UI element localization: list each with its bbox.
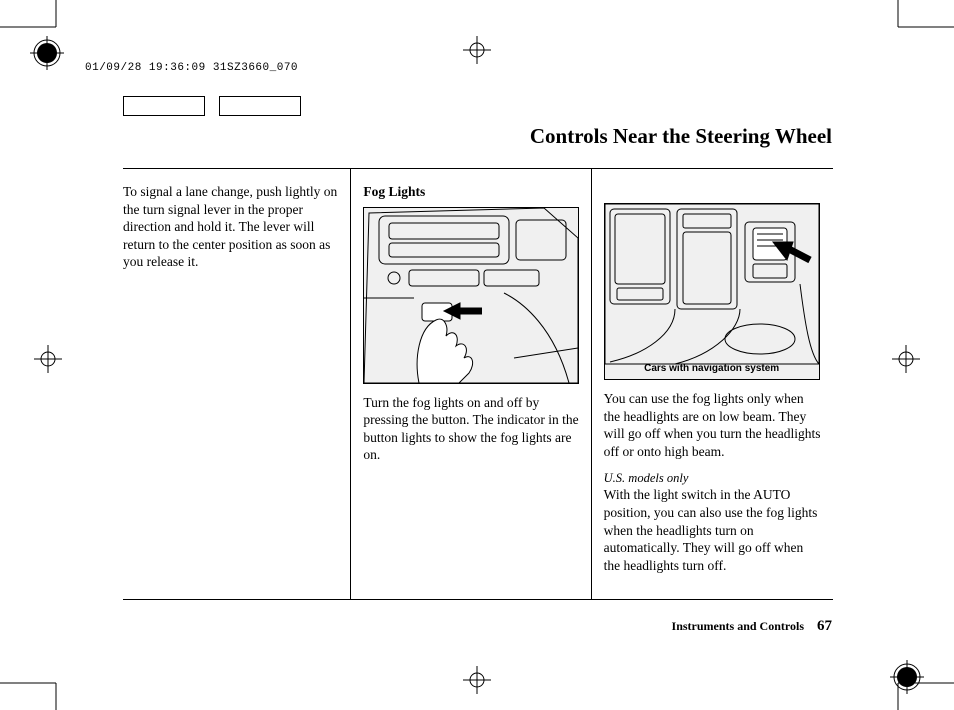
- print-stamp: 01/09/28 19:36:09 31SZ3660_070: [85, 62, 298, 74]
- page-footer: Instruments and Controls 67: [672, 618, 832, 635]
- column-2: Fog Lights: [351, 169, 591, 599]
- crosshair-icon: [34, 345, 62, 373]
- crosshair-icon: [463, 36, 491, 64]
- fog-light-nav-figure: Cars with navigation system: [604, 203, 820, 380]
- footer-section: Instruments and Controls: [672, 619, 804, 633]
- auto-switch-text: With the light switch in the AUTO positi…: [604, 486, 821, 574]
- crosshair-icon: [463, 666, 491, 694]
- fog-lights-heading: Fog Lights: [363, 183, 580, 201]
- page-title: Controls Near the Steering Wheel: [530, 124, 832, 149]
- crosshair-icon: [892, 345, 920, 373]
- fog-light-instruction: Turn the fog lights on and off by pressi…: [363, 394, 580, 464]
- header-placeholder-boxes: [123, 96, 315, 121]
- registration-mark-icon: [890, 660, 924, 694]
- lane-change-text: To signal a lane change, push lightly on…: [123, 183, 340, 271]
- fog-light-button-figure: [363, 207, 579, 384]
- registration-mark-icon: [30, 36, 64, 70]
- column-3: Cars with navigation system You can use …: [592, 169, 833, 599]
- footer-page-number: 67: [817, 618, 832, 634]
- us-models-note: U.S. models only: [604, 470, 821, 486]
- content-area: To signal a lane change, push lightly on…: [123, 168, 833, 600]
- column-1: To signal a lane change, push lightly on…: [123, 169, 351, 599]
- figure-caption: Cars with navigation system: [605, 362, 819, 375]
- fog-light-condition-text: You can use the fog lights only when the…: [604, 390, 821, 460]
